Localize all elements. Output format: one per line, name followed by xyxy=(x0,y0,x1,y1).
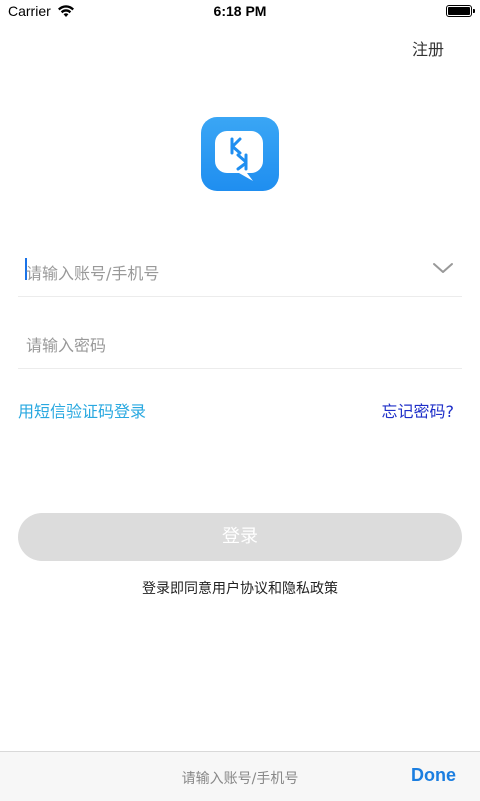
password-input-placeholder[interactable]: 请输入密码 xyxy=(26,332,106,356)
sms-login-link[interactable]: 用短信验证码登录 xyxy=(18,398,146,422)
logo-icon: KK xyxy=(201,117,263,181)
login-button[interactable]: 登录 xyxy=(18,513,462,561)
accessory-hint: 请输入账号/手机号 xyxy=(181,771,299,787)
keyboard-accessory-bar: 请输入账号/手机号 Done xyxy=(0,751,480,801)
password-field[interactable]: 请输入密码 xyxy=(18,312,462,369)
status-time: 6:18 PM xyxy=(213,3,267,19)
app-logo: KK xyxy=(201,117,279,191)
agreement-text[interactable]: 登录即同意用户协议和隐私政策 xyxy=(0,578,480,598)
forgot-password-link[interactable]: 忘记密码? xyxy=(382,398,455,422)
battery-icon xyxy=(446,5,475,17)
done-button[interactable]: Done xyxy=(411,765,456,786)
account-input-placeholder[interactable]: 请输入账号/手机号 xyxy=(26,260,159,284)
register-button[interactable]: 注册 xyxy=(412,36,444,60)
chevron-down-icon[interactable] xyxy=(432,260,454,274)
account-field[interactable]: 请输入账号/手机号 xyxy=(18,240,462,297)
logo-letters: KK xyxy=(201,117,203,118)
status-bar: Carrier 6:18 PM xyxy=(0,0,480,24)
